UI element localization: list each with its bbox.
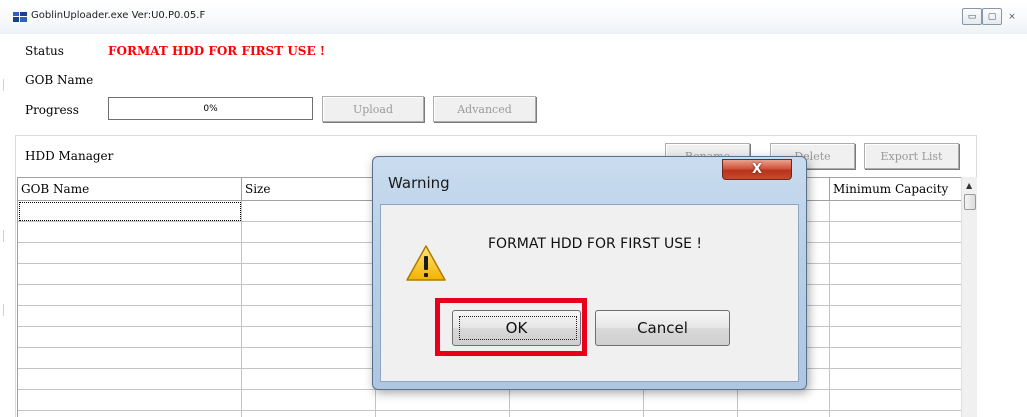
- ok-button-highlight: [435, 298, 587, 356]
- hdd-manager-label: HDD Manager: [25, 149, 114, 163]
- dialog-close-button[interactable]: X: [722, 159, 792, 180]
- column-header-minimum-capacity[interactable]: Minimum Capacity: [830, 178, 961, 201]
- progress-bar: 0%: [108, 97, 313, 120]
- status-label: Status: [25, 44, 64, 58]
- minimize-button[interactable]: ▭: [962, 8, 982, 25]
- gob-name-label: GOB Name: [25, 73, 94, 87]
- upload-button[interactable]: Upload: [322, 96, 424, 122]
- cancel-button[interactable]: Cancel: [595, 310, 730, 346]
- maximize-button[interactable]: ▢: [982, 8, 1002, 25]
- window-left-border: [0, 34, 9, 417]
- table-vertical-scrollbar[interactable]: ▲: [961, 177, 977, 417]
- window-titlebar: GoblinUploader.exe Ver:U0.P0.05.F ▭ ▢ ⨯: [0, 0, 1027, 34]
- export-list-button[interactable]: Export List: [864, 143, 959, 169]
- scroll-up-icon[interactable]: ▲: [966, 181, 972, 190]
- column-header-gob-name[interactable]: GOB Name: [18, 178, 242, 201]
- advanced-button[interactable]: Advanced: [433, 96, 536, 122]
- maximize-icon: ▢: [987, 11, 997, 22]
- app-icon: [13, 12, 27, 22]
- progress-label: Progress: [25, 103, 79, 117]
- dialog-title: Warning: [388, 174, 450, 192]
- selected-cell[interactable]: [19, 202, 241, 221]
- close-icon: ⨯: [1008, 11, 1016, 22]
- scroll-thumb[interactable]: [964, 194, 976, 210]
- minimize-icon: ▭: [967, 11, 977, 22]
- close-button[interactable]: ⨯: [1004, 8, 1020, 25]
- dialog-message: FORMAT HDD FOR FIRST USE !: [488, 236, 702, 252]
- column-header-size[interactable]: Size: [242, 178, 376, 201]
- window-title: GoblinUploader.exe Ver:U0.P0.05.F: [31, 10, 206, 21]
- progress-text: 0%: [203, 103, 218, 114]
- warning-icon: [406, 245, 446, 281]
- close-icon: X: [751, 162, 763, 177]
- status-value: FORMAT HDD FOR FIRST USE !: [108, 44, 326, 58]
